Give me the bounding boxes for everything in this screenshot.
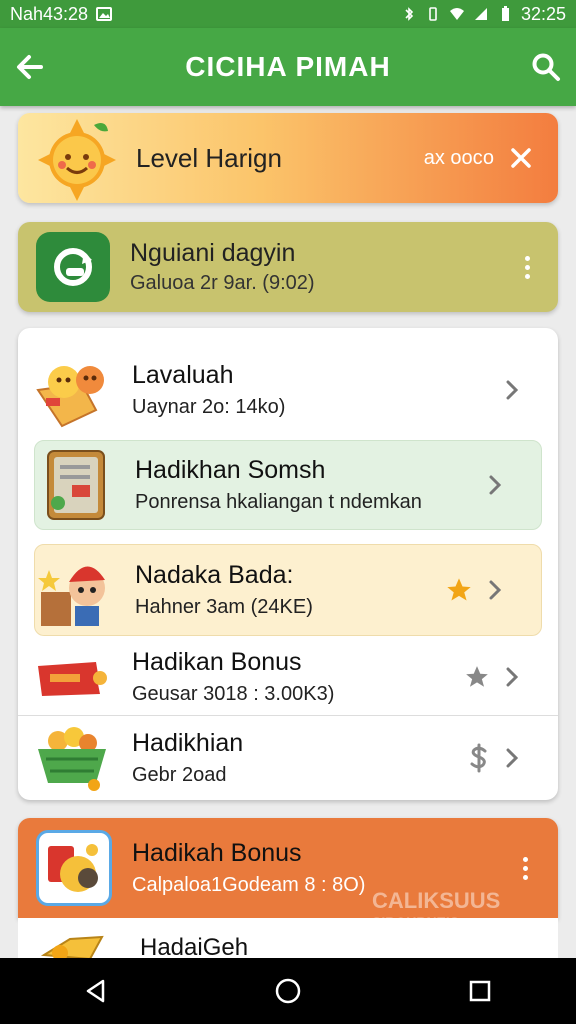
- chevron-right-icon: [506, 667, 519, 686]
- circle-home-icon: [275, 978, 301, 1004]
- sun-face-icon: [38, 119, 116, 201]
- chevron-right-icon: [506, 380, 519, 400]
- fruit-basket-icon: [32, 718, 112, 798]
- level-right-text: aх оосо: [423, 146, 494, 169]
- close-icon: [511, 148, 531, 168]
- list-item[interactable]: Hadikan Bonus Geusar 3018 : 3.00K3): [18, 638, 558, 716]
- star-icon[interactable]: [464, 664, 490, 690]
- page-title: CICIHA PIMAH: [185, 51, 391, 82]
- watermark-line1: CALIKSUUS: [372, 888, 501, 913]
- dollar-icon[interactable]: [468, 743, 490, 773]
- level-card[interactable]: Level Harign aх оосо: [18, 113, 558, 203]
- nav-back-button[interactable]: [66, 961, 126, 1021]
- flag-coin-icon: [40, 921, 110, 961]
- item-title: Hadikan Bonus: [132, 647, 302, 676]
- recycle-icon: [36, 232, 110, 302]
- character-desk-icon: [35, 550, 115, 630]
- nguiani-card[interactable]: Nguiani dagyin Galuoa 2r 9ar. (9:02): [18, 222, 558, 312]
- level-title: Level Harign: [136, 142, 282, 173]
- wifi-icon: [449, 8, 464, 20]
- bluetooth-icon: [405, 7, 414, 21]
- close-button[interactable]: [494, 131, 548, 185]
- triangle-back-icon: [86, 979, 105, 1003]
- nav-recents-button[interactable]: [450, 961, 510, 1021]
- item-title: Nadaka Bada:: [135, 561, 294, 589]
- watermark-line2: SIBOURNEIS: [372, 914, 460, 930]
- item-subtitle: Gebr 2oad: [132, 764, 227, 786]
- watermark: CALIKSUUS SIBOURNEIS: [372, 888, 500, 930]
- chevron-right-icon: [506, 748, 519, 768]
- signal-icon: [474, 8, 487, 20]
- nguiani-subtitle: Galuoa 2r 9ar. (9:02): [130, 272, 315, 294]
- item-subtitle: Geusar 3018 : 3.00K3): [132, 682, 335, 705]
- status-left-text: Nah43:28: [10, 3, 89, 24]
- ticket-icon: [32, 637, 112, 717]
- square-recents-icon: [469, 980, 491, 1002]
- app-bar: CICIHA PIMAH: [0, 28, 576, 106]
- image-notification-icon: [96, 7, 113, 21]
- nav-home-button[interactable]: [258, 961, 318, 1021]
- chevron-right-icon: [489, 580, 502, 600]
- star-icon[interactable]: [445, 576, 473, 604]
- list-item[interactable]: Lavaluah Uaynar 2o: 14ko): [18, 342, 558, 438]
- bonus-title: Hadikah Bonus: [132, 839, 302, 867]
- nguiani-title: Nguiani dagyin: [130, 239, 296, 267]
- item-title: Lavaluah: [132, 361, 234, 389]
- search-button[interactable]: [516, 28, 576, 106]
- status-time: 32:25: [520, 3, 566, 24]
- kebab-menu-icon[interactable]: [523, 856, 528, 880]
- list-card: Lavaluah Uaynar 2o: 14ko) Hadikhan Somsh…: [18, 328, 558, 800]
- back-arrow-icon: [17, 55, 43, 79]
- search-icon: [532, 53, 560, 81]
- list-item[interactable]: Hadikhian Gebr 2oad: [18, 718, 558, 798]
- vibrate-icon: [429, 7, 437, 21]
- chevron-right-icon: [489, 475, 502, 495]
- item-title: Hadikhan Somsh: [135, 456, 326, 484]
- item-subtitle: Hahner 3am (24KE): [135, 596, 313, 618]
- notebook-icon: [35, 445, 115, 525]
- kebab-menu-icon[interactable]: [525, 255, 530, 279]
- item-title: Hadikhian: [132, 729, 244, 757]
- item-subtitle: Uaynar 2o: 14ko): [132, 396, 286, 418]
- envelope-face-icon: [32, 350, 112, 430]
- bonus-subtitle: Calpaloa1Godeam 8 : 8O): [132, 874, 366, 896]
- back-button[interactable]: [0, 28, 60, 106]
- battery-icon: [501, 6, 509, 21]
- list-item[interactable]: Nadaka Bada: Hahner 3am (24KE): [34, 544, 542, 636]
- status-bar: Nah43:28 32:25: [0, 0, 576, 28]
- bonus-gift-icon: [36, 830, 112, 906]
- item-subtitle: Ponrensa hkaliangan t ndemkan: [135, 491, 422, 513]
- navigation-bar: [0, 958, 576, 1024]
- list-item[interactable]: Hadikhan Somsh Ponrensa hkaliangan t nde…: [34, 440, 542, 530]
